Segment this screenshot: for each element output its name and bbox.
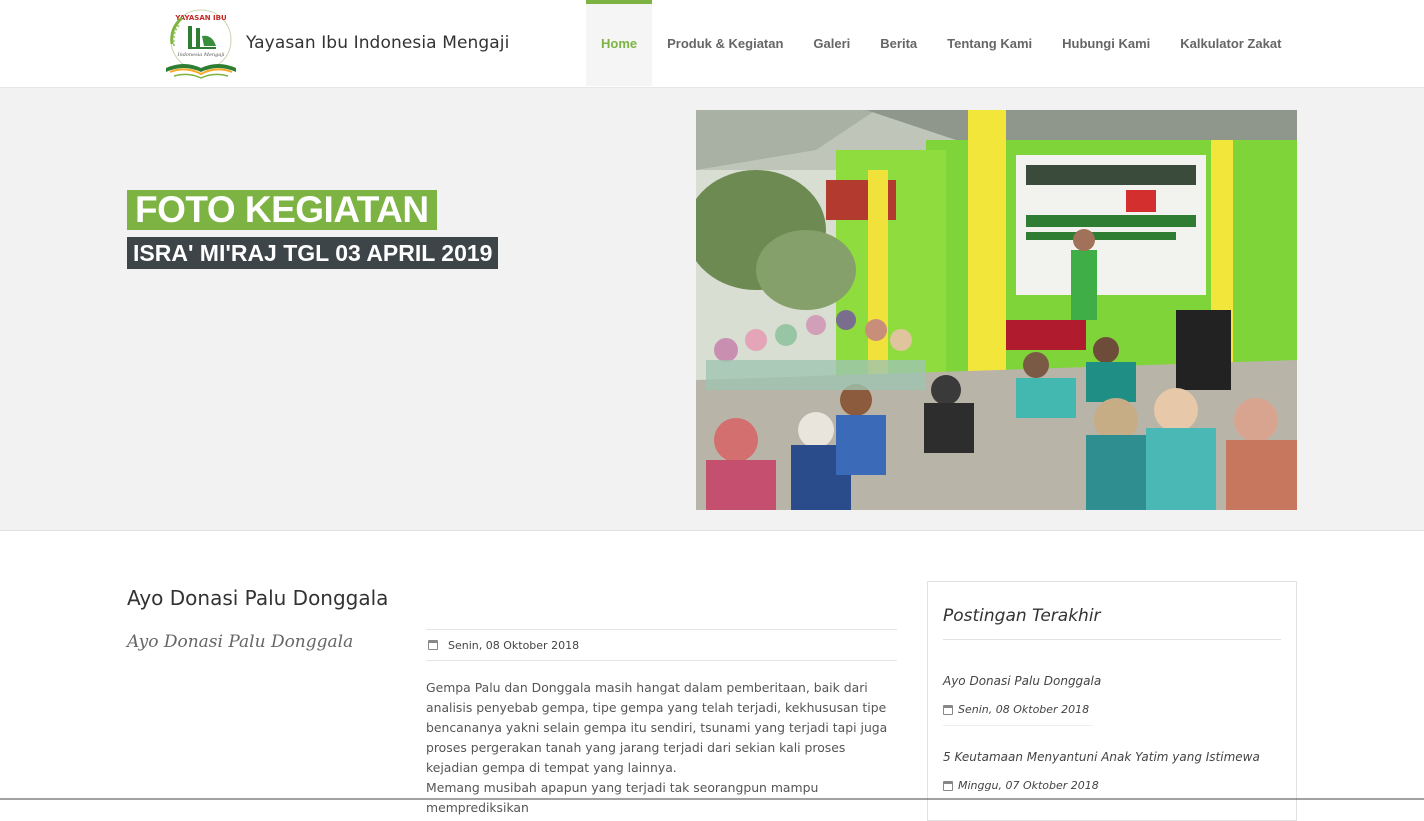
event-photo-illustration xyxy=(696,110,1297,510)
site-header: YAYASAN IBU Indonesia Mengaji Yayasan Ib… xyxy=(0,0,1424,88)
recent-post-date: Minggu, 07 Oktober 2018 xyxy=(943,779,1099,792)
hero-photo[interactable] xyxy=(696,110,1297,510)
post-title[interactable]: Ayo Donasi Palu Donggala xyxy=(127,586,388,610)
hero-section: FOTO KEGIATAN ISRA' MI'RAJ TGL 03 APRIL … xyxy=(0,88,1424,531)
divider xyxy=(943,725,1093,726)
logo[interactable]: YAYASAN IBU Indonesia Mengaji xyxy=(160,6,242,84)
nav-item-hubungi-kami[interactable]: Hubungi Kami xyxy=(1047,0,1165,86)
post-subtitle: Ayo Donasi Palu Donggala xyxy=(127,632,354,652)
hero-title: FOTO KEGIATAN xyxy=(127,190,437,230)
widget-title: Postingan Terakhir xyxy=(943,606,1101,626)
brand-name[interactable]: Yayasan Ibu Indonesia Mengaji xyxy=(246,33,509,53)
recent-post-date: Senin, 08 Oktober 2018 xyxy=(943,703,1089,716)
nav-item-produk-kegiatan[interactable]: Produk & Kegiatan xyxy=(652,0,798,86)
recent-post-link[interactable]: Ayo Donasi Palu Donggala xyxy=(943,674,1101,688)
svg-text:YAYASAN IBU: YAYASAN IBU xyxy=(174,14,227,22)
nav-item-kalkulator-zakat[interactable]: Kalkulator Zakat xyxy=(1165,0,1296,86)
logo-icon: YAYASAN IBU Indonesia Mengaji xyxy=(166,9,236,79)
calendar-icon xyxy=(943,704,953,715)
svg-text:Indonesia Mengaji: Indonesia Mengaji xyxy=(177,52,225,58)
nav-item-galeri[interactable]: Galeri xyxy=(798,0,865,86)
recent-post-date-text: Minggu, 07 Oktober 2018 xyxy=(958,779,1099,792)
main-nav: Home Produk & Kegiatan Galeri Berita Ten… xyxy=(586,0,1296,86)
nav-item-berita[interactable]: Berita xyxy=(865,0,932,86)
calendar-icon xyxy=(943,780,953,791)
post-paragraph: Gempa Palu dan Donggala masih hangat dal… xyxy=(426,680,888,775)
recent-post-link[interactable]: 5 Keutamaan Menyantuni Anak Yatim yang I… xyxy=(943,750,1260,764)
calendar-icon xyxy=(428,640,438,650)
post-body: Gempa Palu dan Donggala masih hangat dal… xyxy=(426,678,897,818)
nav-item-home[interactable]: Home xyxy=(586,0,653,86)
post-date: Senin, 08 Oktober 2018 xyxy=(448,638,580,652)
hero-subtitle: ISRA' MI'RAJ TGL 03 APRIL 2019 xyxy=(127,237,499,269)
recent-post-date-text: Senin, 08 Oktober 2018 xyxy=(958,703,1090,716)
recent-posts-widget: Postingan Terakhir Ayo Donasi Palu Dongg… xyxy=(927,581,1297,821)
divider xyxy=(943,639,1281,640)
post-meta: Senin, 08 Oktober 2018 xyxy=(426,629,897,661)
nav-item-tentang-kami[interactable]: Tentang Kami xyxy=(932,0,1047,86)
